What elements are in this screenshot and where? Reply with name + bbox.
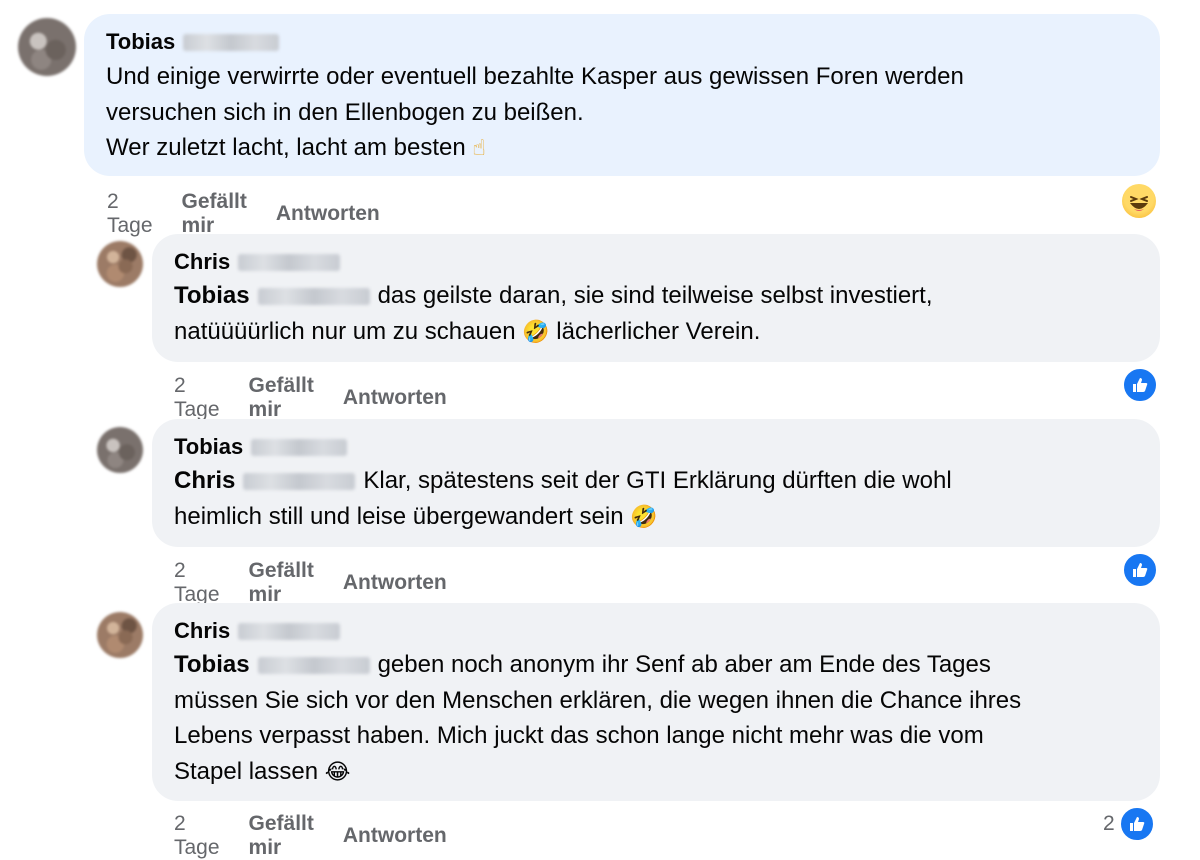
blurred-surname <box>243 473 356 491</box>
comment-time[interactable]: 2 Tage <box>107 190 153 238</box>
joy-emoji: 😂 <box>324 759 351 785</box>
mention-link[interactable]: Chris <box>174 467 235 494</box>
like-reaction-icon <box>1122 367 1158 403</box>
haha-reaction-icon <box>1122 184 1156 218</box>
comment-text: Tobias das geilste daran, sie sind teilwe… <box>174 278 1138 350</box>
blurred-surname <box>183 33 280 51</box>
mention-link[interactable]: Tobias <box>174 651 250 678</box>
comment-line: versuchen sich in den Ellenbogen zu beiß… <box>106 98 584 126</box>
reaction-summary[interactable] <box>1122 184 1156 218</box>
author-name[interactable]: Chris <box>174 247 230 277</box>
like-reaction-icon <box>1118 806 1155 842</box>
reaction-summary[interactable] <box>1122 552 1158 588</box>
like-reaction-icon <box>1122 552 1158 588</box>
comment-text: Chris Klar, spätestens seit der GTI Erklä… <box>174 463 1138 535</box>
blurred-surname <box>238 622 341 640</box>
blurred-surname <box>257 288 370 306</box>
comment-text: Tobias geben noch anonym ihr Senf ab aber… <box>174 647 1138 790</box>
comment-line: Und einige verwirrte oder eventuell beza… <box>106 63 964 90</box>
blurred-surname <box>238 253 341 271</box>
reaction-summary[interactable] <box>1122 367 1158 403</box>
comment-line: Tobias geben noch anonym ihr Senf ab aber… <box>174 651 991 678</box>
comment-line: Chris Klar, spätestens seit der GTI Erklä… <box>174 467 952 494</box>
comment-time[interactable]: 2 Tage <box>174 559 220 607</box>
reply-button[interactable]: Antworten <box>276 202 380 226</box>
comment-line: Tobias das geilste daran, sie sind teilwe… <box>174 282 933 309</box>
blurred-surname <box>251 438 348 456</box>
rofl-emoji: 🤣 <box>522 319 550 345</box>
avatar[interactable] <box>97 241 143 287</box>
avatar[interactable] <box>97 612 143 658</box>
comment-actions: 2 Tage Gefällt mir Antworten <box>174 559 447 607</box>
comment-line: müssen Sie sich vor den Menschen erkläre… <box>174 686 1022 714</box>
avatar[interactable] <box>97 427 143 473</box>
blurred-surname <box>257 657 370 675</box>
comment-bubble: Tobias Chris Klar, spätestens seit der GT… <box>152 419 1160 547</box>
comment-actions: 2 Tage Gefällt mir Antworten <box>107 190 380 238</box>
reply-button[interactable]: Antworten <box>343 571 447 595</box>
reaction-summary[interactable]: 2 <box>1103 806 1155 842</box>
comment-author[interactable]: Tobias <box>106 27 1138 57</box>
comment-actions: 2 Tage Gefällt mir Antworten <box>174 374 447 422</box>
like-button[interactable]: Gefällt mir <box>249 559 314 607</box>
comment-bubble: Chris Tobias geben noch anonym ihr Senf a… <box>152 603 1160 801</box>
reply-button[interactable]: Antworten <box>343 824 447 848</box>
comment-text: Und einige verwirrte oder eventuell beza… <box>106 59 1138 167</box>
avatar[interactable] <box>18 18 76 76</box>
reply-button[interactable]: Antworten <box>343 386 447 410</box>
comment-line: natüüüürlich nur um zu schauen 🤣 lächerl… <box>174 317 761 345</box>
comment-line: Wer zuletzt lacht, lacht am besten ☝ <box>106 134 486 161</box>
like-button[interactable]: Gefällt mir <box>249 374 314 422</box>
comment-bubble: Tobias Und einige verwirrte oder eventue… <box>84 14 1160 176</box>
comment-bubble: Chris Tobias das geilste daran, sie sind … <box>152 234 1160 362</box>
comment-author[interactable]: Tobias <box>174 432 1138 462</box>
rofl-emoji: 🤣 <box>630 504 658 530</box>
author-name[interactable]: Chris <box>174 616 230 646</box>
author-name[interactable]: Tobias <box>174 432 243 462</box>
comment-author[interactable]: Chris <box>174 616 1138 646</box>
comment-author[interactable]: Chris <box>174 247 1138 277</box>
comment-time[interactable]: 2 Tage <box>174 374 220 422</box>
author-name[interactable]: Tobias <box>106 27 175 57</box>
mention-link[interactable]: Tobias <box>174 282 250 309</box>
comment-line: Stapel lassen 😂 <box>174 757 351 785</box>
pointing-up-emoji: ☝ <box>472 136 486 161</box>
comment-line: heimlich still und leise übergewandert s… <box>174 502 658 530</box>
reaction-count: 2 <box>1103 812 1115 835</box>
comment-line: Lebens verpasst haben. Mich juckt das sc… <box>174 722 984 749</box>
like-button[interactable]: Gefällt mir <box>182 190 247 238</box>
